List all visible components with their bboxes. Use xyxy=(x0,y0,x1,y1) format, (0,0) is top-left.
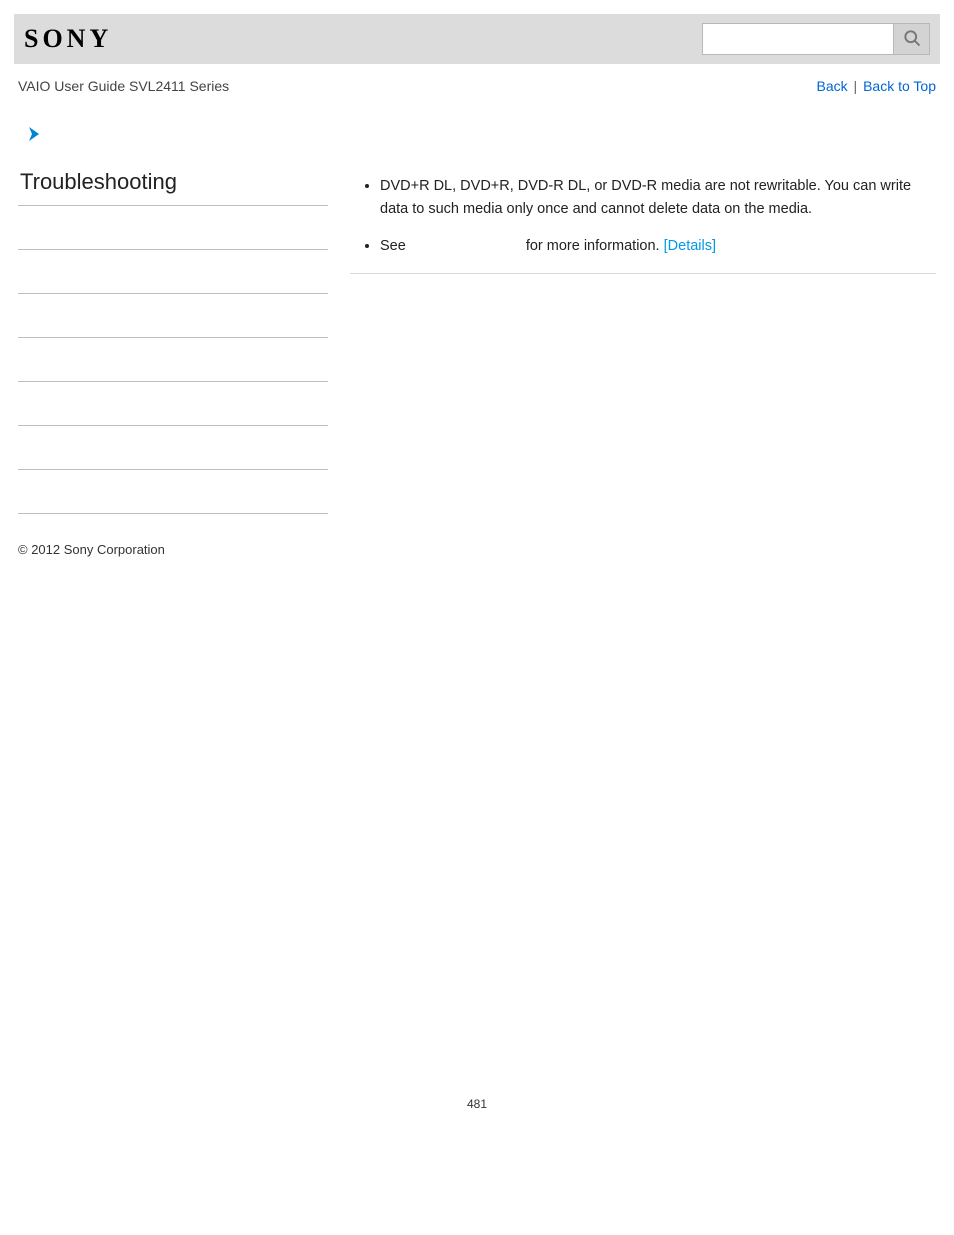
sidebar-item[interactable] xyxy=(18,382,328,426)
main-content: DVD+R DL, DVD+R, DVD-R DL, or DVD-R medi… xyxy=(350,163,936,274)
sidebar-item[interactable] xyxy=(18,206,328,250)
bullet2-pre-text: See xyxy=(380,238,406,254)
details-link[interactable]: [Details] xyxy=(664,238,716,254)
search-button[interactable] xyxy=(893,24,929,54)
bullet2-post-text: for more information. xyxy=(526,238,664,254)
breadcrumb-row xyxy=(14,118,940,163)
search-input[interactable] xyxy=(703,24,893,54)
sidebar-item[interactable] xyxy=(18,470,328,514)
content-divider xyxy=(350,273,936,274)
content-bullet-2: See for more information. [Details] xyxy=(380,235,936,258)
header-bar: SONY xyxy=(14,14,940,64)
search-group xyxy=(702,23,930,55)
nav-links: Back | Back to Top xyxy=(817,78,936,94)
chevron-right-icon[interactable] xyxy=(28,126,42,145)
sidebar-item[interactable] xyxy=(18,426,328,470)
search-icon xyxy=(902,28,922,51)
nav-separator: | xyxy=(848,78,863,94)
sidebar-heading: Troubleshooting xyxy=(18,163,328,206)
sidebar: Troubleshooting xyxy=(18,163,328,514)
copyright-text: © 2012 Sony Corporation xyxy=(14,514,940,557)
sony-logo: SONY xyxy=(24,24,112,54)
content-bullet-1: DVD+R DL, DVD+R, DVD-R DL, or DVD-R medi… xyxy=(380,175,936,221)
sidebar-item[interactable] xyxy=(18,250,328,294)
content-list: DVD+R DL, DVD+R, DVD-R DL, or DVD-R medi… xyxy=(350,175,936,259)
back-to-top-link[interactable]: Back to Top xyxy=(863,78,936,94)
sidebar-item[interactable] xyxy=(18,338,328,382)
subheader: VAIO User Guide SVL2411 Series Back | Ba… xyxy=(14,64,940,118)
back-link[interactable]: Back xyxy=(817,78,848,94)
guide-title: VAIO User Guide SVL2411 Series xyxy=(18,78,229,94)
page-number: 481 xyxy=(0,1097,954,1151)
sidebar-item[interactable] xyxy=(18,294,328,338)
